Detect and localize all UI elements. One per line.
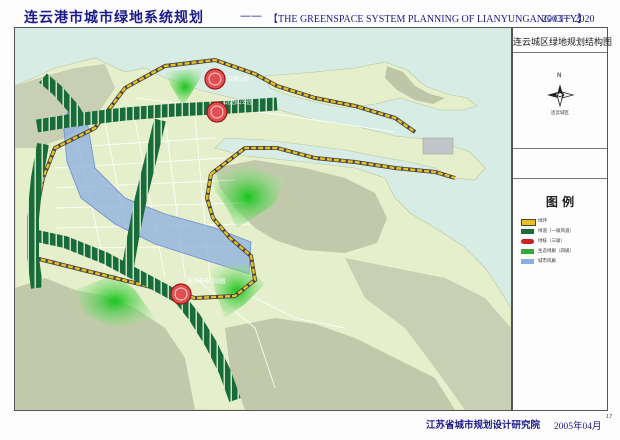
locator-inset: N 连云城区 xyxy=(521,58,599,138)
legend-swatch xyxy=(521,259,534,264)
legend-title: 图 例 xyxy=(545,195,575,209)
legend-swatch xyxy=(521,249,534,254)
legend-label: 绿核（三级） xyxy=(538,239,565,244)
map-sheet: 连云港市城市绿地系统规划 —— 【THE GREENSPACE SYSTEM P… xyxy=(0,0,620,440)
legend-swatch xyxy=(521,229,534,234)
legend-label: 城市风廊 xyxy=(538,259,556,264)
harbour-basin xyxy=(422,137,454,155)
panel-divider xyxy=(513,52,607,53)
plan-map[interactable]: 海滨公园 北固山公园 连云港港口公园 xyxy=(14,27,512,411)
locator-caption: 连云城区 xyxy=(551,111,569,116)
legend-label: 绿环 xyxy=(538,219,547,224)
plan-period: 2003－ 2020 xyxy=(542,14,595,25)
legend-label: 绿道（一级风道） xyxy=(538,229,574,234)
english-title: 【THE GREENSPACE SYSTEM PLANNING OF LIANY… xyxy=(268,14,588,25)
legend-swatch xyxy=(521,219,536,226)
legend-label: 生态绿廊（四级） xyxy=(538,249,574,254)
legend-panel: 连云城区绿地规划结构图 N 连云城区 图 例 绿环 绿道（一级风道） 绿核（三级… xyxy=(512,27,613,411)
green-core-1[interactable] xyxy=(204,68,226,90)
poi-label-3: 连云港港口公园 xyxy=(187,277,226,285)
page-number: 17 xyxy=(606,414,613,420)
header-bar: 连云港市城市绿地系统规划 —— 【THE GREENSPACE SYSTEM P… xyxy=(14,6,606,26)
north-label: N xyxy=(557,72,562,79)
panel-divider xyxy=(513,148,607,149)
footer-bar: 江苏省城市规划设计研究院 2005年04月 xyxy=(14,411,606,433)
title-dash: —— xyxy=(240,9,262,22)
panel-divider xyxy=(513,178,607,179)
green-core-2[interactable] xyxy=(206,101,228,123)
poi-label-1: 海滨公园 xyxy=(227,75,250,83)
issue-date: 2005年04月 xyxy=(554,422,602,432)
legend-swatch xyxy=(521,239,534,244)
panel-title: 连云城区绿地规划结构图 xyxy=(513,38,613,48)
page-title: 连云港市城市绿地系统规划 xyxy=(24,10,204,26)
institute-name: 江苏省城市规划设计研究院 xyxy=(426,420,541,431)
green-core-3[interactable] xyxy=(170,283,192,305)
poi-label-2: 北固山公园 xyxy=(225,98,253,106)
north-arrow-icon xyxy=(547,84,575,108)
